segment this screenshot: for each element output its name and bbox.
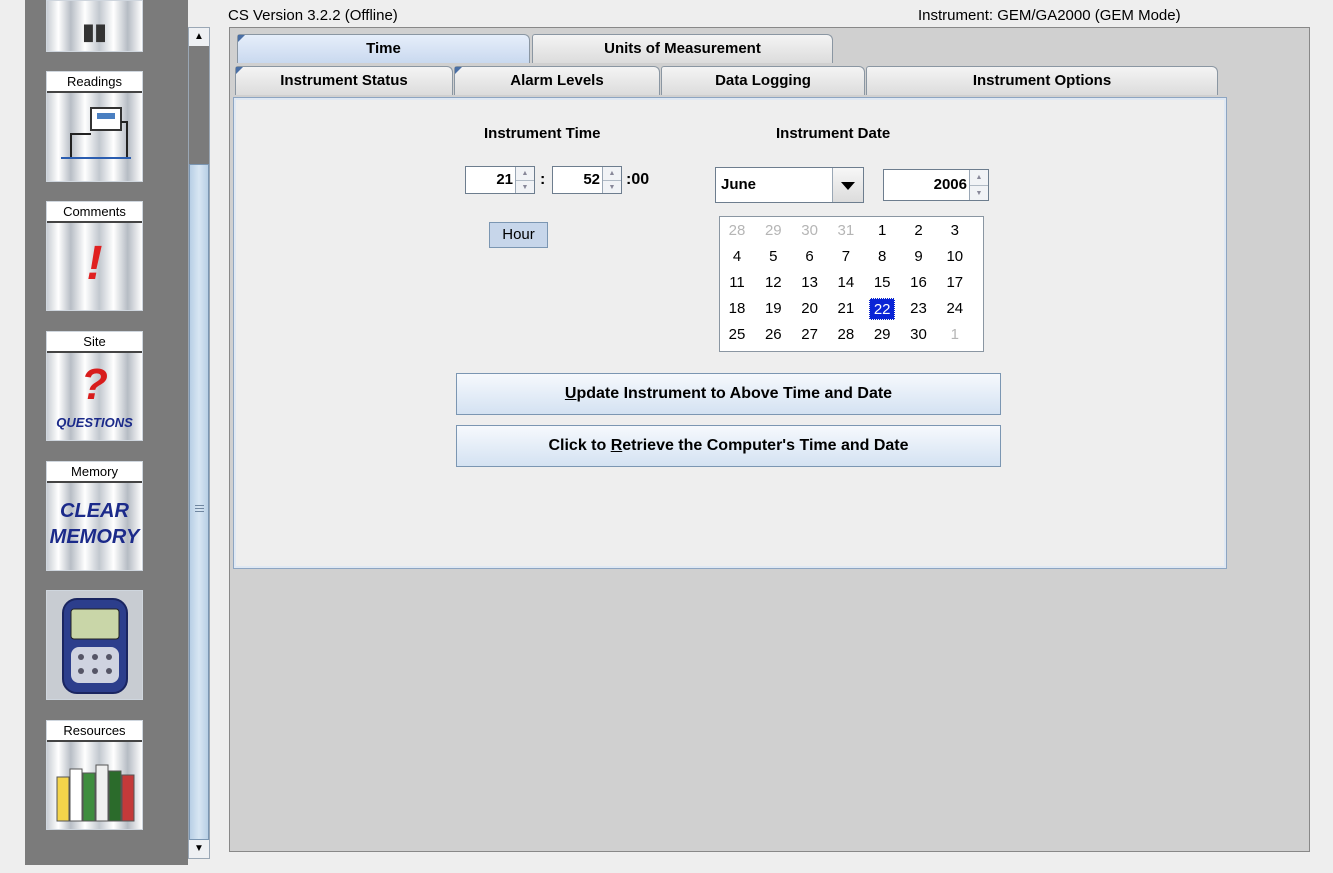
update-instrument-button[interactable]: Update Instrument to Above Time and Date: [456, 373, 1001, 415]
calendar-day[interactable]: 7: [833, 246, 859, 268]
calendar-day[interactable]: 13: [797, 272, 823, 294]
sidebar: ▮▮ Readings Comments ! Site ? QUESTIONS …: [25, 0, 188, 865]
calendar-day[interactable]: 3: [942, 220, 968, 242]
calendar-day[interactable]: 18: [724, 298, 750, 320]
sidebar-item-instrument[interactable]: [46, 590, 143, 700]
tab-instrument-options[interactable]: Instrument Options: [866, 66, 1218, 95]
scroll-down-icon[interactable]: ▼: [189, 840, 209, 858]
calendar-day[interactable]: 12: [760, 272, 786, 294]
question-icon: ?: [81, 360, 108, 409]
calendar-day[interactable]: 16: [906, 272, 932, 294]
month-value: June: [721, 176, 757, 193]
calendar-day[interactable]: 30: [797, 220, 823, 242]
instrument-time-heading: Instrument Time: [484, 125, 601, 142]
sidebar-item-memory[interactable]: Memory CLEAR MEMORY: [46, 461, 143, 571]
calendar-day[interactable]: 4: [724, 246, 750, 268]
calendar-day[interactable]: 20: [797, 298, 823, 320]
scrollbar-thumb[interactable]: [189, 164, 209, 840]
scroll-up-icon[interactable]: ▲: [189, 28, 209, 46]
sidebar-item-site[interactable]: Site ? QUESTIONS: [46, 331, 143, 441]
minute-up-icon[interactable]: ▲: [603, 167, 621, 181]
readings-icon: [61, 107, 131, 159]
calendar-day[interactable]: 17: [942, 272, 968, 294]
calendar-day[interactable]: 23: [906, 298, 932, 320]
questions-text: QUESTIONS: [56, 415, 133, 430]
calendar-day[interactable]: 10: [942, 246, 968, 268]
sidebar-item-label: Resources: [47, 721, 142, 742]
sidebar-item-readings[interactable]: Readings: [46, 71, 143, 182]
version-label: CS Version 3.2.2 (Offline): [228, 7, 398, 24]
calendar-day[interactable]: 19: [760, 298, 786, 320]
tab-time[interactable]: Time: [237, 34, 530, 63]
tab-units-of-measurement[interactable]: Units of Measurement: [532, 34, 833, 63]
hour-value: 21: [496, 171, 513, 188]
calendar-day[interactable]: 31: [833, 220, 859, 242]
year-value: 2006: [933, 176, 967, 193]
minute-down-icon[interactable]: ▼: [603, 181, 621, 194]
sidebar-item-resources[interactable]: Resources: [46, 720, 143, 830]
retrieve-computer-time-button[interactable]: Click to Retrieve the Computer's Time an…: [456, 425, 1001, 467]
books-icon: [56, 764, 135, 822]
tab-instrument-status[interactable]: Instrument Status: [235, 66, 453, 95]
tab-data-logging[interactable]: Data Logging: [661, 66, 865, 95]
calendar-day[interactable]: 15: [869, 272, 895, 294]
instrument-label: Instrument: GEM/GA2000 (GEM Mode): [918, 7, 1181, 24]
sidebar-item-partial[interactable]: ▮▮: [46, 0, 143, 52]
sidebar-item-label: Readings: [47, 72, 142, 93]
chevron-down-icon[interactable]: [832, 168, 863, 202]
calendar-day[interactable]: 11: [724, 272, 750, 294]
hour-spinner[interactable]: 21 ▲ ▼: [465, 166, 535, 194]
calendar-day[interactable]: 6: [797, 246, 823, 268]
hour-field-label: Hour: [489, 222, 548, 248]
calendar-day[interactable]: 8: [869, 246, 895, 268]
seconds-value: :00: [626, 171, 650, 188]
minute-value: 52: [583, 171, 600, 188]
calendar-day[interactable]: 1: [942, 324, 968, 346]
calendar-day[interactable]: 27: [797, 324, 823, 346]
calendar-day[interactable]: 5: [760, 246, 786, 268]
hour-up-icon[interactable]: ▲: [516, 167, 534, 181]
calendar-day[interactable]: 14: [833, 272, 859, 294]
sidebar-item-comments[interactable]: Comments !: [46, 201, 143, 311]
sidebar-item-label: Site: [47, 332, 142, 353]
sidebar-item-label: Comments: [47, 202, 142, 223]
calendar-day[interactable]: 29: [869, 324, 895, 346]
gas-analyser-device-icon: [62, 598, 128, 694]
clear-memory-icon: CLEAR: [60, 500, 129, 522]
calendar-day[interactable]: 21: [833, 298, 859, 320]
calendar-day[interactable]: 28: [724, 220, 750, 242]
calendar-day[interactable]: 29: [760, 220, 786, 242]
year-down-icon[interactable]: ▼: [970, 186, 988, 201]
sidebar-scrollbar[interactable]: ▲ ▼: [188, 27, 210, 859]
exclamation-icon: !: [86, 237, 103, 290]
year-spinner[interactable]: 2006 ▲ ▼: [883, 169, 989, 201]
calendar-day[interactable]: 28: [833, 324, 859, 346]
year-up-icon[interactable]: ▲: [970, 170, 988, 186]
calendar-day[interactable]: 26: [760, 324, 786, 346]
calendar-day[interactable]: 30: [906, 324, 932, 346]
hour-down-icon[interactable]: ▼: [516, 181, 534, 194]
partial-icon: ▮▮: [82, 19, 107, 44]
calendar-day[interactable]: 25: [724, 324, 750, 346]
sidebar-item-label: Memory: [47, 462, 142, 483]
calendar-day[interactable]: 24: [942, 298, 968, 320]
calendar-day[interactable]: 1: [869, 220, 895, 242]
calendar-day[interactable]: 2: [906, 220, 932, 242]
tab-alarm-levels[interactable]: Alarm Levels: [454, 66, 660, 95]
month-select[interactable]: June: [715, 167, 864, 203]
minute-spinner[interactable]: 52 ▲ ▼: [552, 166, 622, 194]
instrument-date-heading: Instrument Date: [776, 125, 891, 142]
calendar-grid[interactable]: 28 29 30 31 1 2 3 4 5 6 7 8 9 10 11 12 13 14 15 16 17 18 19 20 2…: [719, 216, 984, 352]
calendar-day[interactable]: 22: [869, 298, 896, 320]
calendar-day[interactable]: 9: [906, 246, 932, 268]
